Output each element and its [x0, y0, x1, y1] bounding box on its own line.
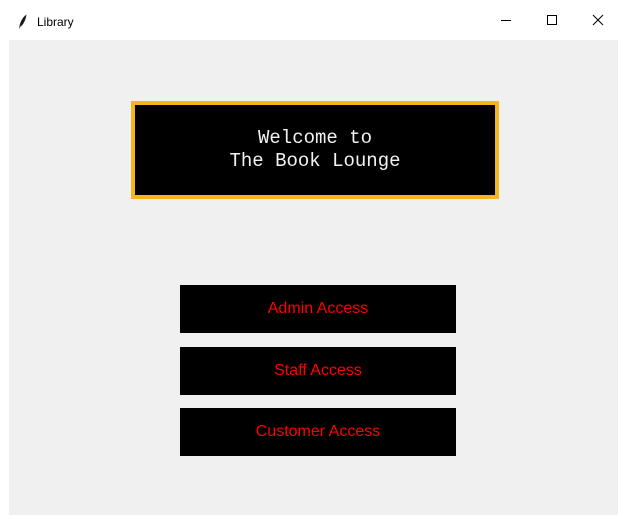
close-button[interactable] — [575, 4, 618, 40]
minimize-icon — [500, 13, 512, 31]
maximize-icon — [546, 13, 558, 31]
banner-line-1: Welcome to — [257, 127, 373, 149]
feather-icon — [18, 14, 28, 30]
minimize-button[interactable] — [483, 4, 529, 40]
customer-access-button[interactable]: Customer Access — [180, 408, 456, 456]
welcome-banner: Welcome to The Book Lounge — [131, 101, 499, 199]
title-bar[interactable]: Library — [9, 4, 618, 40]
app-window: Library Welcome to The Book Lounge Admin… — [9, 4, 618, 515]
window-title: Library — [37, 15, 74, 29]
banner-line-2: The Book Lounge — [229, 150, 401, 172]
admin-access-button[interactable]: Admin Access — [180, 285, 456, 333]
staff-access-button[interactable]: Staff Access — [180, 347, 456, 395]
maximize-button[interactable] — [529, 4, 575, 40]
close-icon — [592, 13, 604, 31]
